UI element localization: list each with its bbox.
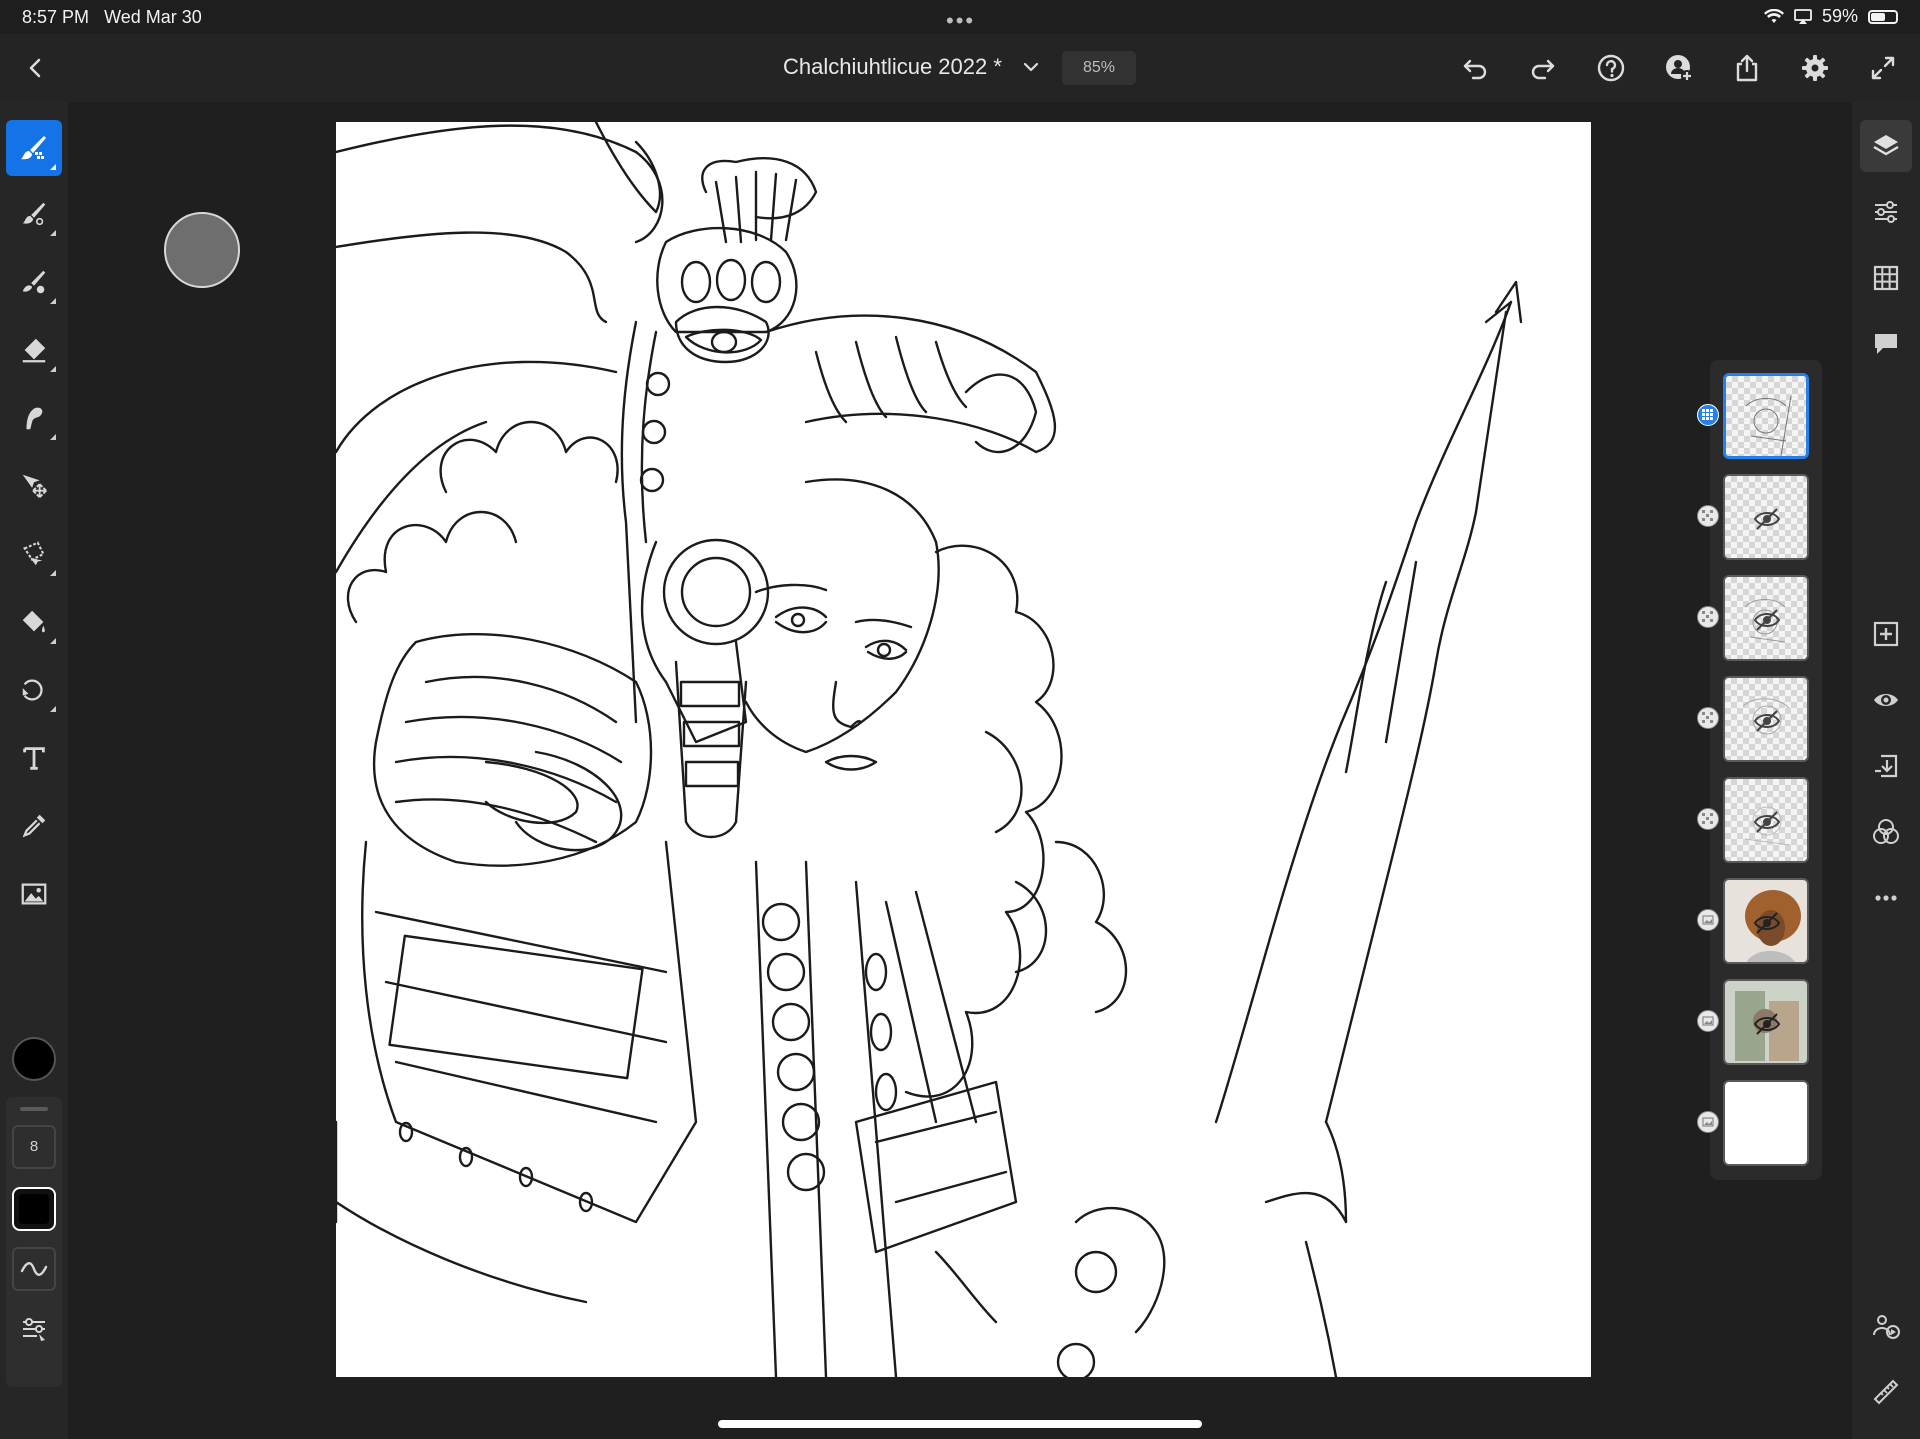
visibility-icon[interactable] <box>1860 674 1912 726</box>
layer-thumbnail-4[interactable] <box>1723 676 1809 762</box>
multitask-dots-icon[interactable]: ••• <box>946 8 975 34</box>
smoothing-icon[interactable] <box>12 1247 56 1291</box>
text-icon <box>23 747 45 770</box>
help-icon[interactable] <box>1590 48 1632 88</box>
share-icon[interactable] <box>1726 48 1768 88</box>
hidden-eye-icon <box>1753 1013 1781 1035</box>
brush-settings-panel: 8 <box>6 1097 62 1387</box>
redo-icon[interactable] <box>1522 48 1564 88</box>
fullscreen-icon[interactable] <box>1862 48 1904 88</box>
battery-icon <box>1868 9 1898 24</box>
eraser-tool[interactable] <box>6 322 62 378</box>
hidden-eye-icon <box>1753 912 1781 934</box>
gear-icon[interactable] <box>1794 48 1836 88</box>
eyedropper-tool[interactable] <box>6 798 62 854</box>
back-icon[interactable] <box>20 52 52 84</box>
drawing-canvas[interactable] <box>336 122 1591 1377</box>
paint-bucket-icon <box>22 610 45 633</box>
image-icon <box>21 883 47 905</box>
pixel-brush-tool[interactable] <box>6 120 62 176</box>
pixel-layer-icon <box>1697 404 1719 426</box>
hidden-eye-icon <box>1753 508 1781 530</box>
hidden-eye-icon <box>1753 609 1781 631</box>
panel-handle[interactable] <box>20 1107 48 1111</box>
live-brush-icon <box>22 202 46 226</box>
color-picker-swatch[interactable] <box>12 1037 56 1081</box>
live-brush-tool[interactable] <box>6 186 62 242</box>
lasso-tool[interactable] <box>6 526 62 582</box>
shape-icon <box>22 679 43 701</box>
layer-thumbnail-8[interactable] <box>1723 1080 1809 1166</box>
comment-icon[interactable] <box>1860 318 1912 370</box>
image-layer-icon <box>1697 909 1719 931</box>
smudge-icon <box>26 407 43 430</box>
eyedropper-icon <box>22 814 46 838</box>
layers-panel <box>1697 360 1822 1180</box>
brush-size-preview <box>164 212 240 288</box>
status-bar: 8:57 PM Wed Mar 30 ••• 59% <box>0 0 1920 34</box>
more-icon[interactable] <box>1860 872 1912 924</box>
document-title[interactable]: Chalchiuhtlicue 2022 * <box>783 54 1002 80</box>
brush-opacity-swatch[interactable] <box>12 1187 56 1231</box>
adjustments-icon[interactable] <box>1860 186 1912 238</box>
mixer-brush-tool[interactable] <box>6 254 62 310</box>
brush-icon <box>21 136 46 160</box>
layer-thumbnail-1[interactable] <box>1723 373 1809 459</box>
layer-thumbnail-7[interactable] <box>1723 979 1809 1065</box>
image-layer-icon <box>1697 1010 1719 1032</box>
fill-tool[interactable] <box>6 594 62 650</box>
sketch-artwork <box>336 122 1523 1377</box>
wifi-icon <box>1763 8 1784 23</box>
text-tool[interactable] <box>6 730 62 786</box>
battery-percent: 59% <box>1821 6 1858 26</box>
right-toolbar <box>1852 102 1920 1439</box>
shape-tool[interactable] <box>6 662 62 718</box>
undo-icon[interactable] <box>1454 48 1496 88</box>
move-tool[interactable] <box>6 458 62 514</box>
layers-icon[interactable] <box>1860 120 1912 172</box>
add-layer-icon[interactable] <box>1860 608 1912 660</box>
pixel-layer-icon <box>1697 505 1719 527</box>
image-layer-icon <box>1697 1111 1719 1133</box>
chevron-down-icon[interactable] <box>1018 54 1044 80</box>
layer-thumbnail-3[interactable] <box>1723 575 1809 661</box>
eraser-icon <box>22 338 46 363</box>
layer-thumbnail-5[interactable] <box>1723 777 1809 863</box>
place-image-tool[interactable] <box>6 866 62 922</box>
top-actions <box>1454 48 1904 88</box>
smudge-tool[interactable] <box>6 390 62 446</box>
pixel-layer-icon <box>1697 707 1719 729</box>
layer-thumbnail-2[interactable] <box>1723 474 1809 560</box>
blend-modes-icon[interactable] <box>1860 806 1912 858</box>
pixel-layer-icon <box>1697 606 1719 628</box>
lasso-icon <box>23 541 45 566</box>
invite-icon[interactable] <box>1658 48 1700 88</box>
top-bar: Chalchiuhtlicue 2022 * 85% <box>0 34 1920 102</box>
ruler-icon[interactable] <box>1860 1366 1912 1418</box>
move-icon <box>22 474 47 498</box>
status-right: 59% <box>1763 6 1898 27</box>
grid-icon[interactable] <box>1860 252 1912 304</box>
status-time: 8:57 PM Wed Mar 30 <box>22 7 202 27</box>
share-livestream-icon[interactable] <box>1860 1300 1912 1352</box>
zoom-level[interactable]: 85% <box>1062 51 1136 85</box>
home-indicator[interactable] <box>718 1420 1202 1428</box>
hidden-eye-icon <box>1753 710 1781 732</box>
merge-down-icon[interactable] <box>1860 740 1912 792</box>
mixer-brush-icon <box>22 270 46 294</box>
layer-thumbnail-6[interactable] <box>1723 878 1809 964</box>
pixel-layer-icon <box>1697 808 1719 830</box>
left-toolbar: 8 <box>0 102 68 1439</box>
brush-settings-icon[interactable] <box>12 1307 56 1351</box>
airplay-icon <box>1794 8 1812 24</box>
hidden-eye-icon <box>1753 811 1781 833</box>
brush-size-field[interactable]: 8 <box>12 1125 56 1169</box>
